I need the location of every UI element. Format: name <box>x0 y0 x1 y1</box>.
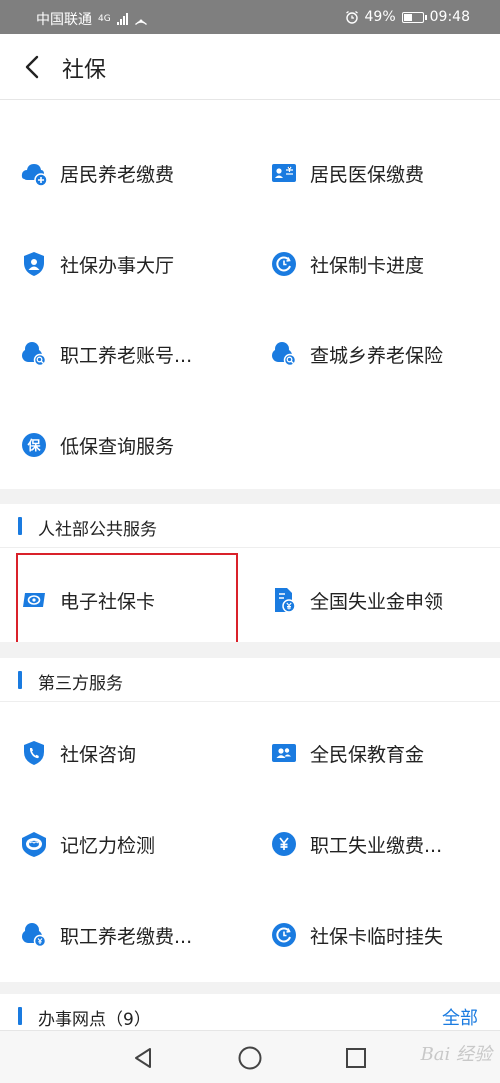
back-button[interactable] <box>18 52 48 82</box>
yuan-circle-icon <box>270 830 298 858</box>
grid-item-label: 居民医保缴费 <box>310 163 425 186</box>
grid-item-label: 社保办事大厅 <box>60 254 175 277</box>
grid-item-resident-medical[interactable]: 居民医保缴费 <box>270 153 424 193</box>
pension-search-icon <box>20 340 48 368</box>
section-title: 人社部公共服务 <box>38 520 157 540</box>
grid-item-employee-pension-account[interactable]: 职工养老账号... <box>20 334 192 374</box>
grid-item-label: 社保卡临时挂失 <box>310 925 444 948</box>
grid-item-label: 社保制卡进度 <box>310 254 425 277</box>
social-security-grid: 居民养老缴费 居民医保缴费 社保办事大厅 社保制卡进度 职工养老账号... 查城… <box>0 101 500 489</box>
page-title: 社保 <box>62 58 107 83</box>
grid-item-card-progress[interactable]: 社保制卡进度 <box>270 244 424 284</box>
nav-back-button[interactable] <box>128 1043 158 1073</box>
grid-item-label: 查城乡养老保险 <box>310 344 444 367</box>
svg-text:保: 保 <box>26 438 41 454</box>
grid-item-service-hall[interactable]: 社保办事大厅 <box>20 244 174 284</box>
third-party-grid: 社保咨询 全民保教育金 记忆力检测 职工失业缴费... 职工养老缴费... 社保… <box>0 703 500 982</box>
grid-item-label: 全国失业金申领 <box>310 590 444 613</box>
grid-item-memory-test[interactable]: 记忆力检测 <box>20 824 155 864</box>
hotspot-icon <box>134 19 147 25</box>
grid-item-consulting[interactable]: 社保咨询 <box>20 733 136 773</box>
medical-card-icon <box>270 159 298 187</box>
status-bar: 中国联通 4G 49% 09:48 <box>0 0 500 34</box>
nav-recents-button[interactable] <box>341 1043 371 1073</box>
progress-clock-icon <box>270 250 298 278</box>
signal-icon <box>116 13 128 25</box>
triangle-back-icon <box>135 1048 151 1068</box>
section-title: 办事网点（9） <box>38 1010 151 1030</box>
grid-item-label: 职工养老账号... <box>60 344 193 367</box>
section-divider <box>0 982 500 994</box>
bao-badge-icon: 保 <box>20 431 48 459</box>
highlight-box <box>16 553 238 651</box>
clock: 09:48 <box>429 9 470 25</box>
pension-cloud-plus-icon <box>20 159 48 187</box>
circle-home-icon <box>238 1046 262 1070</box>
pension-yuan-icon <box>20 921 48 949</box>
grid-item-label: 全民保教育金 <box>310 743 425 766</box>
square-recents-icon <box>346 1048 366 1068</box>
watermark: Bai 经验 <box>420 1044 492 1065</box>
grid-item-rural-pension[interactable]: 查城乡养老保险 <box>270 334 443 374</box>
section-accent-bar <box>18 671 22 689</box>
grid-item-label: 社保咨询 <box>60 743 137 766</box>
section-header-mohrss: 人社部公共服务 <box>0 504 500 548</box>
document-yuan-icon <box>270 586 298 614</box>
grid-item-unemployment-payment[interactable]: 职工失业缴费... <box>270 824 442 864</box>
grid-item-label: 记忆力检测 <box>60 834 156 857</box>
chevron-left-icon <box>25 55 39 79</box>
grid-item-education-fund[interactable]: 全民保教育金 <box>270 733 424 773</box>
battery-icon <box>401 11 427 23</box>
nav-home-button[interactable] <box>235 1043 265 1073</box>
section-divider <box>0 642 500 658</box>
shield-person-icon <box>20 250 48 278</box>
grid-item-dibao-query[interactable]: 保 低保查询服务 <box>20 425 174 465</box>
section-header-third-party: 第三方服务 <box>0 658 500 702</box>
progress-clock-icon <box>270 921 298 949</box>
view-all-link[interactable]: 全部 <box>442 1004 478 1030</box>
grid-item-card-loss-report[interactable]: 社保卡临时挂失 <box>270 915 443 955</box>
grid-item-label: 职工养老缴费... <box>60 925 193 948</box>
brain-shield-icon <box>20 830 48 858</box>
card-people-icon <box>270 739 298 767</box>
battery-percent: 49% <box>364 9 396 25</box>
grid-item-employee-pension-payment[interactable]: 职工养老缴费... <box>20 915 192 955</box>
grid-item-label: 低保查询服务 <box>60 435 175 458</box>
section-accent-bar <box>18 1007 22 1025</box>
app-header: 社保 <box>0 34 500 100</box>
grid-item-label: 居民养老缴费 <box>60 163 175 186</box>
grid-item-label: 职工失业缴费... <box>310 834 443 857</box>
network-type: 4G <box>98 13 111 24</box>
carrier-name: 中国联通 <box>36 12 92 28</box>
section-accent-bar <box>18 517 22 535</box>
shield-phone-icon <box>20 739 48 767</box>
pension-search-icon <box>270 340 298 368</box>
alarm-icon <box>345 10 358 24</box>
grid-item-resident-pension[interactable]: 居民养老缴费 <box>20 153 174 193</box>
section-divider <box>0 489 500 504</box>
section-title: 第三方服务 <box>38 674 123 694</box>
grid-item-unemployment-benefit[interactable]: 全国失业金申领 <box>270 580 443 620</box>
